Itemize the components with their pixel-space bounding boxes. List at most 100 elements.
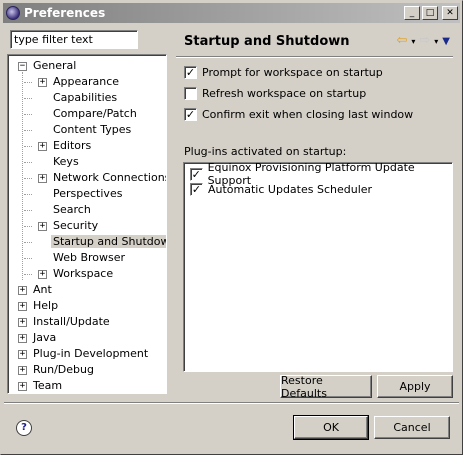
footer-divider [4, 402, 459, 404]
tree-item[interactable]: Appearance [51, 74, 121, 90]
filter-input[interactable] [10, 30, 138, 49]
close-button[interactable]: ✕ [442, 6, 458, 20]
tree-item-label: Editors [53, 139, 92, 152]
prompt-workspace-checkbox[interactable]: ✓ [184, 65, 197, 79]
minimize-button[interactable]: _ [404, 6, 420, 20]
tree-connector [24, 258, 32, 259]
tree-item[interactable]: Network Connections [51, 170, 167, 186]
forward-arrow-icon[interactable]: ⇨ [419, 34, 430, 48]
refresh-workspace-checkbox[interactable] [184, 86, 197, 100]
preferences-tree[interactable]: General − Appearance + Capabilities Compare/P… [7, 54, 167, 394]
tree-item-label: Web Browser [53, 251, 126, 264]
tree-item-label: Network Connections [53, 171, 167, 184]
restore-defaults-button[interactable]: Restore Defaults [280, 374, 372, 400]
confirm-exit-option[interactable]: ✓ Confirm exit when closing last window [184, 106, 413, 122]
view-menu-icon[interactable]: ▼ [442, 36, 450, 47]
tree-item[interactable]: Web Browser [51, 250, 127, 266]
expand-icon[interactable]: + [38, 222, 47, 231]
tree-connector [24, 162, 32, 163]
tree-item[interactable]: Keys [51, 154, 81, 170]
tree-item[interactable]: Java [31, 330, 58, 346]
tree-connector [24, 98, 32, 99]
tree-item[interactable]: Perspectives [51, 186, 124, 202]
tree-item[interactable]: Run/Debug [31, 362, 96, 378]
tree-connector [24, 194, 32, 195]
tree-item[interactable]: Ant [31, 282, 54, 298]
tree-connector [24, 130, 32, 131]
tree-item-label: Capabilities [53, 91, 118, 104]
plugins-label: Plug-ins activated on startup: [184, 145, 347, 158]
check-icon: ✓ [185, 65, 196, 79]
window-title: Preferences [24, 6, 106, 20]
tree-item[interactable]: Workspace [51, 266, 115, 282]
help-icon[interactable]: ? [16, 420, 32, 436]
expand-icon[interactable]: + [38, 78, 47, 87]
tree-item-label: Startup and Shutdown [51, 235, 166, 248]
expand-icon[interactable]: + [38, 142, 47, 151]
eclipse-icon [6, 6, 20, 20]
collapse-icon[interactable]: − [18, 62, 27, 71]
tree-connector [24, 242, 32, 243]
tree-item[interactable]: Editors [51, 138, 93, 154]
expand-icon[interactable]: + [18, 350, 27, 359]
expand-icon[interactable]: + [18, 334, 27, 343]
refresh-workspace-option[interactable]: Refresh workspace on startup [184, 85, 366, 101]
tree-item-label: Content Types [53, 123, 132, 136]
tree-item-label: Workspace [53, 267, 114, 280]
back-dropdown-icon[interactable]: ▾ [411, 37, 415, 46]
tree-item-label: Perspectives [53, 187, 123, 200]
tree-item[interactable]: Help [31, 298, 60, 314]
expand-icon[interactable]: + [18, 382, 27, 391]
tree-item-label: Search [53, 203, 91, 216]
tree-item-label: Security [53, 219, 99, 232]
tree-item-label: Ant [33, 283, 52, 296]
tree-connector [24, 114, 32, 115]
tree-connector [24, 226, 32, 227]
tree-item-label: Team [33, 379, 63, 392]
expand-icon[interactable]: + [18, 366, 27, 375]
plugin-checkbox[interactable]: ✓ [190, 167, 203, 181]
expand-icon[interactable]: + [18, 286, 27, 295]
tree-item[interactable]: Startup and Shutdown [51, 234, 166, 250]
tree-connector [24, 274, 32, 275]
expand-icon[interactable]: + [38, 270, 47, 279]
expand-icon[interactable]: + [18, 302, 27, 311]
tree-item-label: General [33, 59, 77, 72]
tree-item-label: Compare/Patch [53, 107, 137, 120]
cancel-button[interactable]: Cancel [374, 416, 450, 439]
tree-item[interactable]: Capabilities [51, 90, 119, 106]
prompt-workspace-option[interactable]: ✓ Prompt for workspace on startup [184, 64, 383, 80]
tree-item[interactable]: Content Types [51, 122, 133, 138]
tree-item-label: Plug-in Development [33, 347, 149, 360]
maximize-button[interactable]: □ [422, 6, 438, 20]
list-item[interactable]: ✓ Automatic Updates Scheduler [190, 181, 372, 197]
tree-item[interactable]: Install/Update [31, 314, 112, 330]
forward-dropdown-icon[interactable]: ▾ [434, 37, 438, 46]
title-bar[interactable]: Preferences _ □ ✕ [3, 3, 460, 23]
plugin-checkbox[interactable]: ✓ [190, 182, 203, 196]
back-arrow-icon[interactable]: ⇦ [396, 34, 407, 48]
tree-item[interactable]: Security [51, 218, 100, 234]
tree-item-label: Install/Update [33, 315, 110, 328]
expand-icon[interactable]: + [18, 318, 27, 327]
plugins-list[interactable]: ✓ Equinox Provisioning Platform Update S… [183, 161, 453, 372]
ok-button[interactable]: OK [293, 415, 369, 440]
close-icon: ✕ [446, 7, 454, 18]
tree-item-label: Appearance [53, 75, 120, 88]
list-item[interactable]: ✓ Equinox Provisioning Platform Update S… [190, 161, 452, 187]
tree-connector [24, 178, 32, 179]
tree-item[interactable]: Plug-in Development [31, 346, 150, 362]
tree-item[interactable]: Search [51, 202, 93, 218]
tree-item[interactable]: Compare/Patch [51, 106, 139, 122]
tree-item[interactable]: General [31, 58, 78, 74]
page-nav: ⇦ ▾ ⇨ ▾ ▼ [396, 34, 450, 48]
expand-icon[interactable]: + [38, 174, 47, 183]
tree-item-label: Run/Debug [33, 363, 94, 376]
check-icon: ✓ [185, 107, 196, 121]
tree-item-label: Keys [53, 155, 79, 168]
tree-item[interactable]: Team [31, 378, 64, 393]
confirm-exit-checkbox[interactable]: ✓ [184, 107, 197, 121]
apply-button[interactable]: Apply [377, 375, 453, 398]
check-icon: ✓ [191, 182, 202, 196]
option-label: Prompt for workspace on startup [202, 65, 383, 79]
